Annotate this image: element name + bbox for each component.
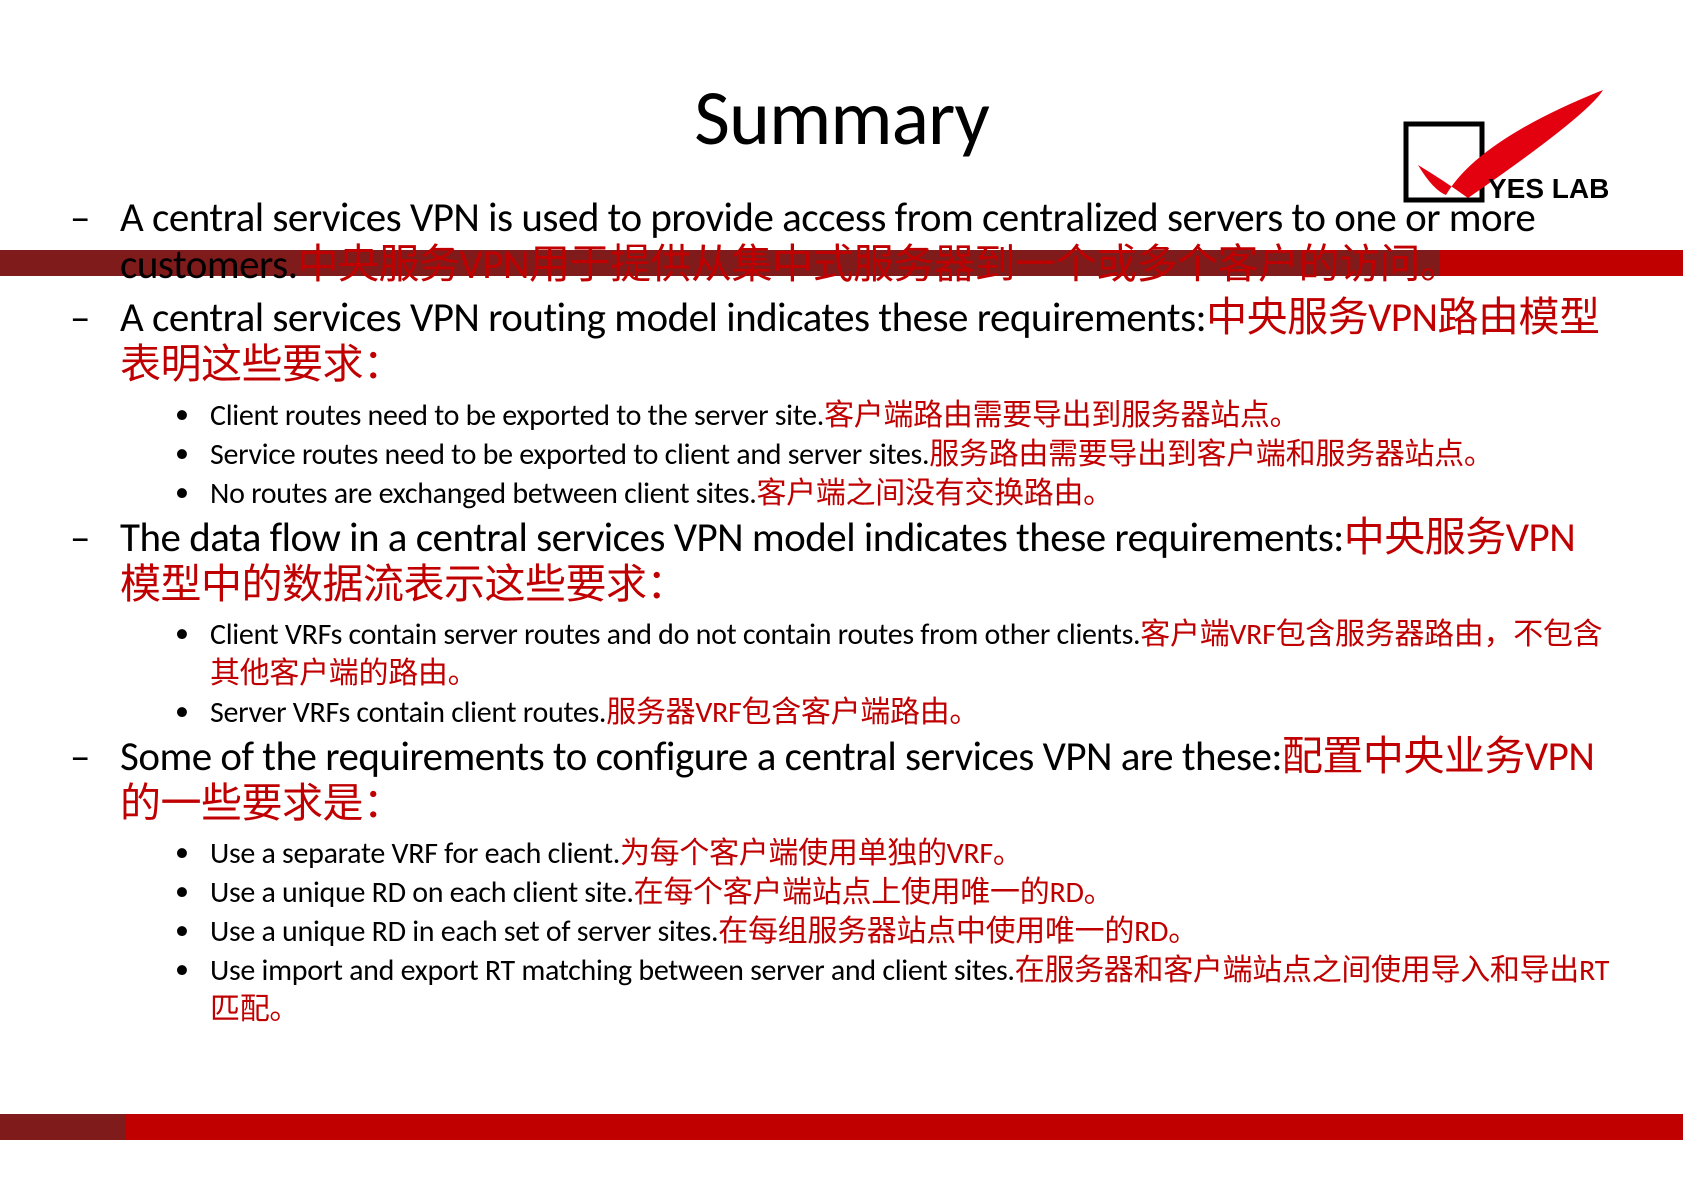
sub-list: • Use a separate VRF for each client.为每个… xyxy=(70,834,1613,1029)
text-cn: 为每个客户端使用单独的VRF。 xyxy=(620,835,1023,872)
bullet-level2: • Use a unique RD on each client site.在每… xyxy=(170,873,1613,912)
text-cn: 在每个客户端站点上使用唯一的RD。 xyxy=(634,874,1114,911)
text-cn: 中央服务VPN用于提供从集中式服务器到一个或多个客户的访问。 xyxy=(298,240,1461,290)
bullet-level2: • Service routes need to be exported to … xyxy=(170,435,1613,474)
text-en: No routes are exchanged between client s… xyxy=(210,475,756,512)
text-en: Use a unique RD on each client site. xyxy=(210,874,634,911)
text-cn: 在每组服务器站点中使用唯一的RD。 xyxy=(718,913,1198,950)
text-en: A central services VPN routing model ind… xyxy=(120,293,1206,343)
text-en: Some of the requirements to configure a … xyxy=(120,732,1282,782)
bullet-level1: – Some of the requirements to configure … xyxy=(70,734,1613,828)
text-en: Use a separate VRF for each client. xyxy=(210,835,620,872)
bullet-level1: – A central services VPN is used to prov… xyxy=(70,195,1613,289)
bullet-level2: • Client VRFs contain server routes and … xyxy=(170,615,1613,693)
bullet-level2: • Use a unique RD in each set of server … xyxy=(170,912,1613,951)
text-en: Server VRFs contain client routes. xyxy=(210,694,606,731)
slide: YES LAB Summary – A central services VPN… xyxy=(0,0,1683,1190)
sub-list: • Client VRFs contain server routes and … xyxy=(70,615,1613,732)
bullet-level2: • Client routes need to be exported to t… xyxy=(170,396,1613,435)
bullet-level2: • Use a separate VRF for each client.为每个… xyxy=(170,834,1613,873)
bullet-level2: • Use import and export RT matching betw… xyxy=(170,951,1613,1029)
bullet-level1: – The data flow in a central services VP… xyxy=(70,515,1613,609)
bullet-level2: • No routes are exchanged between client… xyxy=(170,474,1613,513)
text-cn: 服务路由需要导出到客户端和服务器站点。 xyxy=(929,436,1493,473)
text-en: The data flow in a central services VPN … xyxy=(120,513,1344,563)
body-content: – A central services VPN is used to prov… xyxy=(70,195,1613,1029)
bullet-level1: – A central services VPN routing model i… xyxy=(70,295,1613,389)
text-en: Use a unique RD in each set of server si… xyxy=(210,913,718,950)
sub-list: • Client routes need to be exported to t… xyxy=(70,396,1613,513)
text-en: Use import and export RT matching betwee… xyxy=(210,952,1015,989)
decorative-bar-bottom xyxy=(0,1114,1683,1140)
text-cn: 客户端路由需要导出到服务器站点。 xyxy=(824,397,1299,434)
text-cn: 服务器VRF包含客户端路由。 xyxy=(606,694,979,731)
slide-title: Summary xyxy=(70,70,1613,165)
text-en: Client VRFs contain server routes and do… xyxy=(210,616,1140,653)
bullet-level2: • Server VRFs contain client routes.服务器V… xyxy=(170,693,1613,732)
text-en: Service routes need to be exported to cl… xyxy=(210,436,929,473)
text-cn: 客户端之间没有交换路由。 xyxy=(756,475,1112,512)
text-en: Client routes need to be exported to the… xyxy=(210,397,824,434)
